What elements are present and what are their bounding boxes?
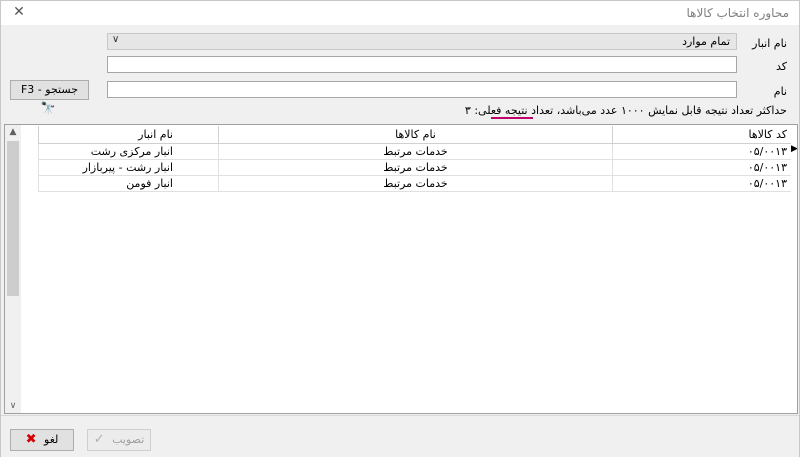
cancel-button-label: لغو [44, 433, 59, 446]
check-icon: ✓ [93, 432, 105, 447]
store-label: نام انبار [752, 37, 787, 50]
table-row[interactable]: انبار مرکزی رشت خدمات مرتبط ۰۵/۰۰۱۳ [38, 144, 791, 160]
cell-name: خدمات مرتبط [218, 144, 612, 159]
table-row[interactable]: انبار رشت - پیربازار خدمات مرتبط ۰۵/۰۰۱۳ [38, 160, 791, 176]
cell-store: انبار مرکزی رشت [38, 144, 218, 159]
cell-code: ۰۵/۰۰۱۳ [612, 160, 791, 175]
cancel-x-icon: ✖ [25, 432, 37, 447]
name-input[interactable] [107, 81, 737, 98]
search-button-label: جستجو - F3 [20, 83, 78, 96]
row-pointer-icon: ▶ [791, 144, 798, 154]
name-label: نام [773, 85, 787, 98]
chevron-down-icon[interactable]: ∨ [112, 34, 119, 45]
header-store[interactable]: نام انبار [38, 126, 218, 143]
approve-button-label: تصویب [112, 433, 145, 446]
store-combo-value: تمام موارد [682, 35, 730, 48]
cell-name: خدمات مرتبط [218, 160, 612, 175]
scroll-thumb[interactable] [7, 141, 19, 296]
cell-store: انبار فومن [38, 176, 218, 191]
cancel-button[interactable]: لغو ✖ [10, 429, 74, 451]
binoculars-icon: 🔭 [40, 101, 56, 115]
button-bar: لغو ✖ تصویب ✓ [1, 415, 799, 457]
results-grid[interactable]: ▲ ∨ نام انبار نام کالاها کد کالاها ▶ انب… [4, 124, 798, 414]
header-name[interactable]: نام کالاها [218, 126, 612, 143]
code-input[interactable] [107, 56, 737, 73]
approve-button[interactable]: تصویب ✓ [87, 429, 151, 451]
result-info: حداکثر تعداد نتیجه قابل نمایش ۱۰۰۰ عدد م… [464, 104, 787, 117]
code-label: کد [775, 60, 787, 73]
window-title: محاوره انتخاب کالاها [686, 6, 789, 20]
close-icon[interactable]: ✕ [11, 4, 27, 20]
table-row[interactable]: انبار فومن خدمات مرتبط ۰۵/۰۰۱۳ [38, 176, 791, 192]
cell-store: انبار رشت - پیربازار [38, 160, 218, 175]
cell-code: ۰۵/۰۰۱۳ [612, 176, 791, 191]
dialog-window: محاوره انتخاب کالاها ✕ نام انبار تمام مو… [0, 0, 800, 457]
title-bar: محاوره انتخاب کالاها ✕ [1, 1, 799, 25]
scroll-down-icon[interactable]: ∨ [5, 399, 21, 413]
table-header: نام انبار نام کالاها کد کالاها [38, 126, 791, 144]
result-count-underline [491, 117, 533, 119]
search-button[interactable]: جستجو - F3 🔭 [10, 80, 89, 115]
cell-code: ۰۵/۰۰۱۳ [612, 144, 791, 159]
cell-name: خدمات مرتبط [218, 176, 612, 191]
vertical-scrollbar[interactable]: ▲ ∨ [5, 125, 21, 413]
store-combo[interactable]: تمام موارد ∨ [107, 33, 737, 50]
scroll-up-icon[interactable]: ▲ [5, 125, 21, 139]
header-code[interactable]: کد کالاها [612, 126, 791, 143]
